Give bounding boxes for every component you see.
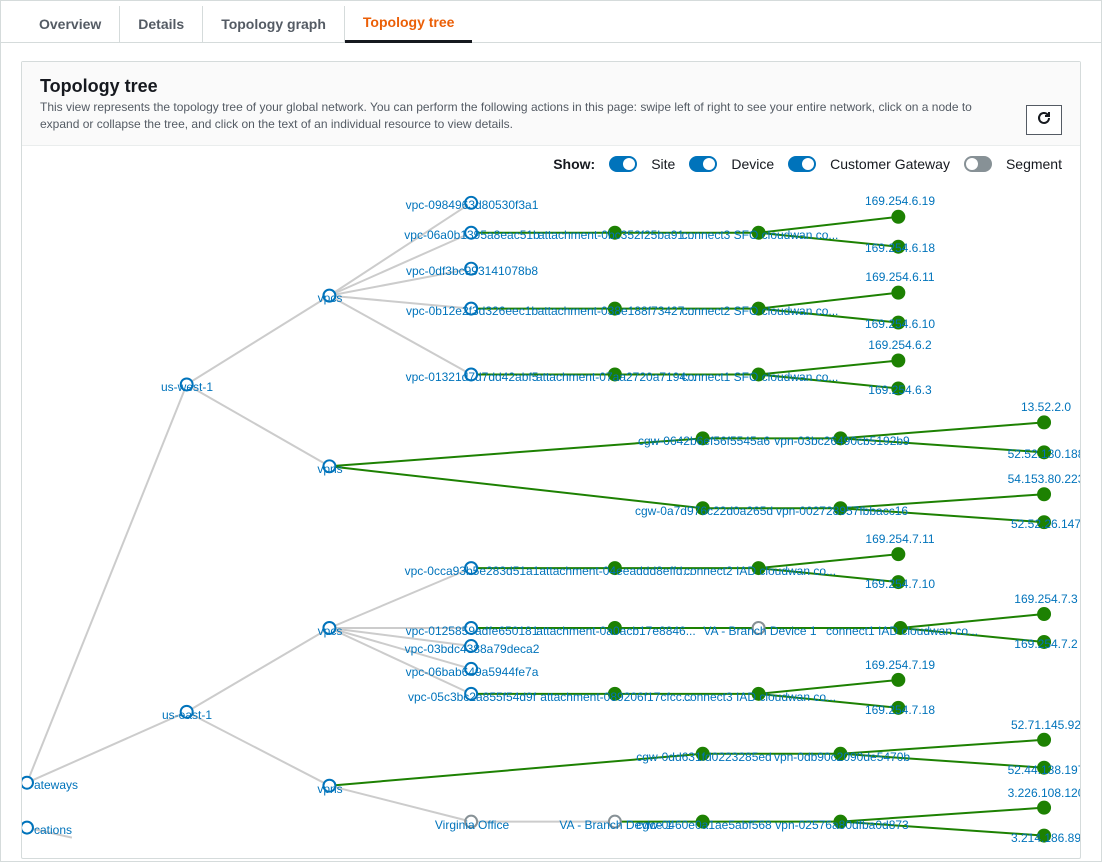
attachment-node[interactable]: attachment-089206f17cfcc... — [540, 690, 691, 704]
attachment-node[interactable]: attachment-0a0acb17e8846... — [536, 624, 695, 638]
filter-row: Show: Site Device Customer Gateway Segme… — [22, 146, 1080, 178]
ip-node[interactable]: 54.153.80.223 — [1008, 472, 1080, 486]
connect-node[interactable]: connect3 SFO cloudwan co... — [682, 228, 839, 242]
toggle-segment-label: Segment — [1006, 156, 1062, 172]
ip-node[interactable]: 169.254.6.11 — [865, 270, 934, 284]
toggle-customer-gateway-label: Customer Gateway — [830, 156, 950, 172]
tab-topology-tree[interactable]: Topology tree — [345, 4, 473, 43]
connect-node[interactable]: connect2 IAD cloudwan co... — [684, 564, 836, 578]
ip-node[interactable]: 169.254.6.10 — [865, 317, 935, 331]
site-node[interactable]: Virginia Office — [435, 818, 509, 832]
show-label: Show: — [553, 156, 595, 172]
page-description: This view represents the topology tree o… — [40, 99, 990, 133]
region-us-west-1[interactable]: us-west-1 — [161, 380, 213, 394]
connect-node[interactable]: connect3 IAD cloudwan co... — [684, 690, 836, 704]
ip-node[interactable]: 13.52.2.0 — [1021, 400, 1071, 414]
root-gateways-label[interactable]: ateways — [34, 778, 78, 792]
group-vpns-east[interactable]: vpns — [317, 782, 342, 796]
page-title: Topology tree — [40, 76, 1062, 97]
device-node[interactable]: VA - Branch Device 1 — [703, 624, 816, 638]
tab-overview[interactable]: Overview — [21, 6, 120, 42]
group-vpcs-west[interactable]: vpcs — [318, 291, 343, 305]
toggle-site-label: Site — [651, 156, 675, 172]
panel-header: Topology tree This view represents the t… — [22, 62, 1080, 146]
connect-node[interactable]: connect2 SFO cloudwan co... — [682, 304, 839, 318]
tab-topology-graph[interactable]: Topology graph — [203, 6, 345, 42]
tree-canvas[interactable]: ateways cations us-west-1 us-east-1 vpcs… — [22, 178, 1080, 858]
connect-node[interactable]: connect1 SFO cloudwan co... — [682, 370, 839, 384]
ip-node[interactable]: 169.254.7.2 — [1014, 637, 1077, 651]
cgw-node[interactable]: cgw-0642b6ef56f5545a6 — [638, 434, 770, 448]
ip-node[interactable]: 52.71.145.92 — [1011, 718, 1080, 732]
ip-node[interactable]: 52.52.130.188 — [1008, 447, 1080, 461]
vpc-node[interactable]: vpc-0984963d80530f3a1 — [406, 198, 539, 212]
ip-node[interactable]: 169.254.7.19 — [865, 658, 935, 672]
tab-details[interactable]: Details — [120, 6, 203, 42]
toggle-site[interactable] — [609, 156, 637, 172]
vpc-node[interactable]: vpc-0cca93b5e283d51a1 — [405, 564, 540, 578]
group-vpns-west[interactable]: vpns — [317, 462, 342, 476]
vpn-node[interactable]: vpn-0db90c2090de5470b — [774, 750, 910, 764]
attachment-node[interactable]: attachment-04eeaddd8effd... — [539, 564, 692, 578]
toggle-device[interactable] — [689, 156, 717, 172]
ip-node[interactable]: 169.254.6.19 — [865, 194, 935, 208]
attachment-node[interactable]: attachment-038e188f73427... — [538, 304, 695, 318]
vpn-node[interactable]: vpn-002728957fbbacc16 — [776, 504, 908, 518]
ip-node[interactable]: 169.254.6.18 — [865, 241, 935, 255]
root-locations-label[interactable]: cations — [34, 823, 72, 837]
vpc-node[interactable]: vpc-06bab649a5944fe7a — [406, 665, 539, 679]
toggle-segment[interactable] — [964, 156, 992, 172]
vpc-node[interactable]: vpc-0b12e2f3d326eec1b — [406, 304, 538, 318]
ip-node[interactable]: 3.226.108.120 — [1008, 786, 1080, 800]
vpn-node[interactable]: vpn-03bc26490cb5192b9 — [774, 434, 909, 448]
toggle-customer-gateway[interactable] — [788, 156, 816, 172]
vpc-node[interactable]: vpc-0125859adfe650181 — [406, 624, 539, 638]
ip-node[interactable]: 52.44.138.197 — [1008, 763, 1080, 777]
cgw-node[interactable]: cgw-0460e0a1ae5abf568 — [636, 818, 771, 832]
vpc-node[interactable]: vpc-05c3bc2a855f54d9f — [408, 690, 536, 704]
attachment-node[interactable]: attachment-07aa2720a7194... — [536, 370, 696, 384]
vpc-node[interactable]: vpc-0df3bc993141078b8 — [406, 264, 538, 278]
vpc-node[interactable]: vpc-03bdc4388a79deca2 — [405, 642, 540, 656]
vpn-node[interactable]: vpn-02576a80dfba0d873 — [775, 818, 908, 832]
ip-node[interactable]: 169.254.6.2 — [868, 338, 931, 352]
ip-node[interactable]: 3.214.186.89 — [1011, 831, 1080, 845]
attachment-node[interactable]: attachment-0bc352f25ba91... — [538, 228, 694, 242]
toggle-device-label: Device — [731, 156, 774, 172]
topology-tree-panel: Topology tree This view represents the t… — [21, 61, 1081, 859]
vpc-node[interactable]: vpc-01321d7d7dd42abf5 — [406, 370, 539, 384]
region-us-east-1[interactable]: us-east-1 — [162, 708, 212, 722]
group-vpcs-east[interactable]: vpcs — [318, 624, 343, 638]
cgw-node[interactable]: cgw-0dd631fd0223285ed — [636, 750, 771, 764]
ip-node[interactable]: 169.254.7.11 — [865, 532, 934, 546]
ip-node[interactable]: 169.254.6.3 — [868, 383, 931, 397]
refresh-icon — [1036, 110, 1052, 129]
vpc-node[interactable]: vpc-06a0b1395a8eac51b — [404, 228, 539, 242]
connect-node[interactable]: connect1 IAD cloudwan co... — [826, 624, 978, 638]
ip-node[interactable]: 169.254.7.3 — [1014, 592, 1077, 606]
cgw-node[interactable]: cgw-0a7d976c22d0a265d — [635, 504, 773, 518]
ip-node[interactable]: 169.254.7.18 — [865, 703, 935, 717]
refresh-button[interactable] — [1026, 105, 1062, 135]
ip-node[interactable]: 52.52.26.147 — [1011, 517, 1080, 531]
ip-node[interactable]: 169.254.7.10 — [865, 577, 935, 591]
tabs-row: Overview Details Topology graph Topology… — [1, 1, 1101, 43]
